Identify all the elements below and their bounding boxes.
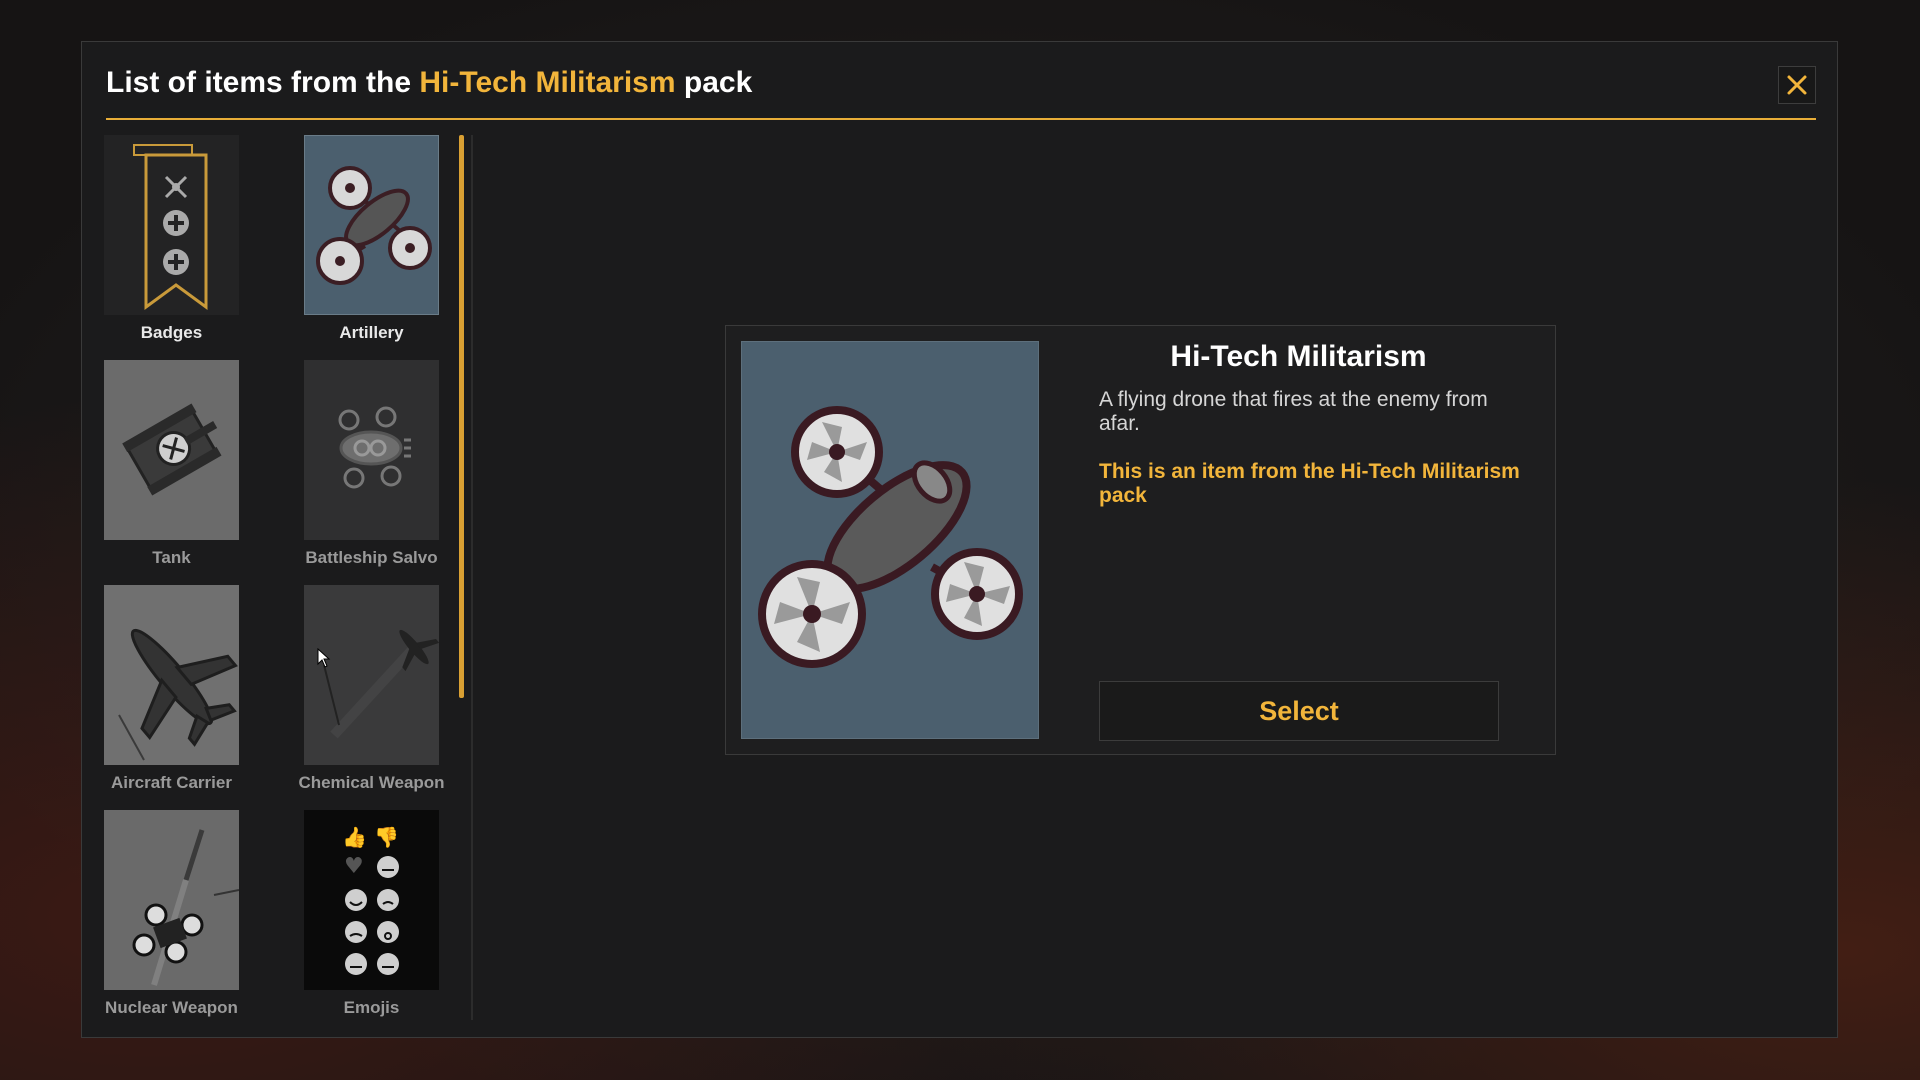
fighter-jet-icon (104, 585, 239, 765)
close-icon (1787, 75, 1807, 95)
detail-description: A flying drone that fires at the enemy f… (1099, 388, 1488, 435)
item-grid: Badges Artillery Tank Battleship Salvo A… (104, 135, 464, 1025)
item-battleship-salvo[interactable]: Battleship Salvo (304, 360, 464, 580)
item-chemical-weapon[interactable]: Chemical Weapon (298, 585, 464, 805)
pack-name: Hi-Tech Militarism (419, 66, 676, 99)
item-badges[interactable]: Badges (104, 135, 304, 355)
item-emojis[interactable]: 👍 👎 ♥ Emojis (304, 810, 464, 1025)
svg-text:👎: 👎 (374, 825, 399, 849)
item-label: Aircraft Carrier (111, 773, 232, 792)
scrollbar-track[interactable] (471, 135, 473, 1020)
close-button[interactable] (1778, 66, 1816, 104)
title-prefix: List of items from the (106, 66, 412, 99)
item-artillery[interactable]: Artillery (304, 135, 464, 355)
item-label: Badges (140, 323, 203, 342)
item-label: Artillery (339, 323, 404, 342)
svg-text:👍: 👍 (342, 825, 367, 849)
item-detail-card: Hi-Tech Militarism A flying drone that f… (725, 325, 1556, 755)
chemical-plane-icon (304, 585, 440, 765)
nuclear-missile-icon (104, 810, 240, 990)
badge-ribbon-icon (104, 135, 239, 315)
item-aircraft-carrier[interactable]: Aircraft Carrier (104, 585, 304, 805)
drone-preview-image (741, 341, 1039, 739)
detail-pack-note: This is an item from the Hi-Tech Militar… (1099, 460, 1520, 507)
mouse-cursor-icon (317, 648, 331, 668)
item-nuclear-weapon[interactable]: Nuclear Weapon (104, 810, 304, 1025)
select-button[interactable]: Select (1099, 681, 1499, 741)
detail-title: Hi-Tech Militarism (1170, 340, 1427, 373)
dialog-header: List of items from the Hi-Tech Militaris… (106, 62, 1816, 120)
dialog-title: List of items from the Hi-Tech Militaris… (106, 66, 752, 100)
item-label: Emojis (343, 998, 400, 1017)
emojis-icon: 👍 👎 ♥ (304, 810, 439, 990)
title-suffix: pack (683, 66, 753, 99)
item-tank[interactable]: Tank (104, 360, 304, 580)
item-label: Nuclear Weapon (105, 998, 238, 1017)
battleship-icon (304, 360, 439, 540)
drone-icon (304, 135, 439, 315)
item-label: Tank (152, 548, 191, 567)
svg-text:♥: ♥ (344, 854, 364, 879)
item-label: Chemical Weapon (298, 773, 445, 792)
item-label: Battleship Salvo (305, 548, 438, 567)
scrollbar-thumb[interactable] (459, 135, 464, 698)
tank-icon (104, 360, 239, 540)
